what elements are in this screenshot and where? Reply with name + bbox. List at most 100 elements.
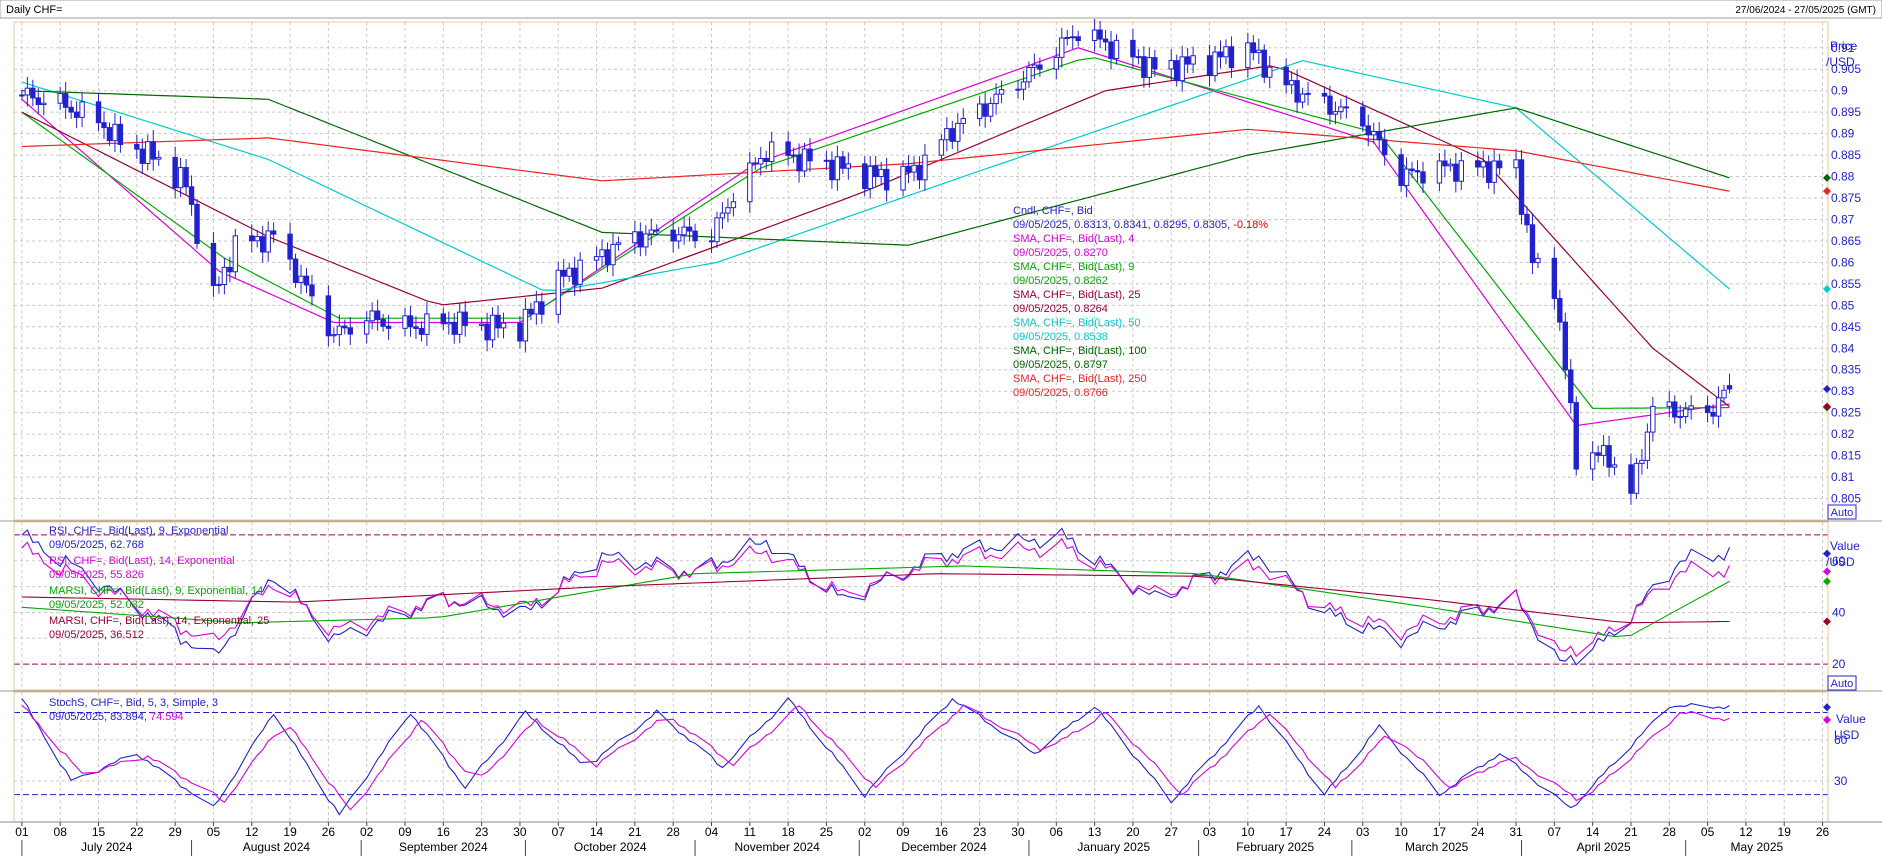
- x-day-label: 18: [781, 825, 795, 839]
- x-day-label: 17: [1279, 825, 1293, 839]
- candle-body: [303, 275, 310, 286]
- candle-body: [599, 249, 605, 258]
- candle-body: [883, 168, 890, 191]
- candle-body: [249, 235, 255, 242]
- candle-body: [1573, 402, 1579, 470]
- candle-body: [960, 118, 966, 124]
- candle-body: [500, 322, 507, 329]
- candle-body: [637, 231, 644, 248]
- candle-body: [1562, 321, 1568, 371]
- candle-body: [1267, 66, 1273, 78]
- candle-body: [1376, 130, 1382, 141]
- price-legend-value-text: 09/05/2025, 0.8766: [1013, 387, 1108, 399]
- candle-body: [1677, 415, 1683, 418]
- x-day-label: 24: [1318, 825, 1332, 839]
- candle-body: [1075, 36, 1081, 42]
- candle-body: [1633, 462, 1640, 494]
- candle-body: [1447, 163, 1454, 167]
- rsi-tick-label: 60: [1832, 554, 1846, 568]
- price-tick-label: 0.805: [1831, 492, 1861, 506]
- candle-body: [1518, 159, 1525, 215]
- candle-body: [1600, 445, 1607, 456]
- candle-body: [1442, 160, 1448, 167]
- candles: [19, 18, 1733, 505]
- stoch-panel[interactable]: [13, 691, 1829, 823]
- x-day-label: 26: [322, 825, 336, 839]
- candle-body: [1223, 46, 1229, 58]
- candle-body: [1184, 56, 1191, 65]
- candle-body: [1414, 170, 1421, 173]
- header-bar: [0, 0, 1882, 19]
- candle-body: [725, 207, 731, 214]
- x-day-label: 08: [54, 825, 68, 839]
- candle-body: [484, 323, 490, 341]
- price-tick-label: 0.91: [1831, 41, 1855, 55]
- candle-body: [106, 127, 113, 142]
- candle-body: [265, 230, 271, 253]
- candle-body: [363, 320, 370, 335]
- candle-body: [571, 267, 578, 285]
- x-day-label: 24: [1471, 825, 1485, 839]
- stoch-panel-grid: [14, 692, 1828, 822]
- candle-body: [1475, 160, 1481, 168]
- rsi-line: [21, 573, 1730, 624]
- candle-body: [1650, 405, 1656, 433]
- sma-line: [21, 57, 1730, 410]
- candle-body: [1721, 389, 1727, 399]
- last-value-marker: [1823, 187, 1831, 196]
- x-day-label: 30: [513, 825, 527, 839]
- candle-body: [1589, 452, 1596, 470]
- candle-body: [73, 111, 80, 118]
- candle-body: [845, 163, 852, 169]
- price-tick-label: 0.84: [1831, 341, 1855, 355]
- candle-body: [604, 249, 611, 266]
- candle-body: [867, 165, 873, 190]
- candle-body: [1113, 39, 1120, 60]
- candle-body: [407, 315, 414, 328]
- candle-body: [905, 165, 912, 173]
- candle-body: [834, 156, 841, 181]
- price-auto-label: Auto: [1831, 507, 1854, 519]
- rsi-axis-title: Value: [1830, 539, 1860, 553]
- price-tick-label: 0.825: [1831, 406, 1861, 420]
- candle-body: [533, 301, 540, 315]
- x-day-label: 17: [1433, 825, 1447, 839]
- stoch-tick-label: 60: [1834, 733, 1848, 747]
- candle-body: [35, 97, 42, 106]
- stoch-axis: Value USD 6030: [1834, 712, 1866, 788]
- candle-body: [194, 203, 200, 244]
- price-tick-label: 0.89: [1831, 127, 1855, 141]
- x-day-label: 23: [475, 825, 489, 839]
- candle-body: [719, 212, 726, 219]
- chart-title: Daily CHF=: [6, 4, 63, 16]
- candle-body: [172, 156, 178, 189]
- candle-body: [1611, 464, 1618, 468]
- x-day-label: 05: [207, 825, 221, 839]
- sma-line: [21, 47, 1730, 427]
- candle-body: [41, 102, 47, 106]
- x-day-label: 01: [15, 825, 29, 839]
- price-legend-value: 09/05/2025, 0.8262: [1013, 275, 1108, 287]
- rsi-panel[interactable]: [13, 521, 1829, 691]
- price-tick-label: 0.88: [1831, 170, 1855, 184]
- candle-body: [62, 93, 69, 108]
- candle-body: [900, 165, 906, 191]
- candle-body: [747, 162, 753, 203]
- candle-body: [769, 141, 775, 162]
- candle-body: [57, 93, 63, 104]
- price-legend-name: SMA, CHF=, Bid(Last), 25: [1013, 289, 1140, 301]
- candle-body: [1496, 160, 1503, 169]
- candle-body: [101, 122, 107, 129]
- candle-body: [446, 321, 452, 325]
- price-tick-label: 0.9: [1831, 84, 1848, 98]
- x-month-label: October 2024: [574, 840, 647, 854]
- x-day-label: 06: [1050, 825, 1064, 839]
- candle-body: [177, 167, 184, 189]
- candle-body: [1710, 411, 1716, 417]
- candle-body: [1152, 57, 1158, 70]
- candle-body: [862, 163, 868, 190]
- x-month-label: November 2024: [734, 840, 820, 854]
- candle-body: [539, 301, 545, 315]
- x-day-label: 03: [1203, 825, 1217, 839]
- rsi-legend-value: 09/05/2025, 36.512: [49, 629, 144, 641]
